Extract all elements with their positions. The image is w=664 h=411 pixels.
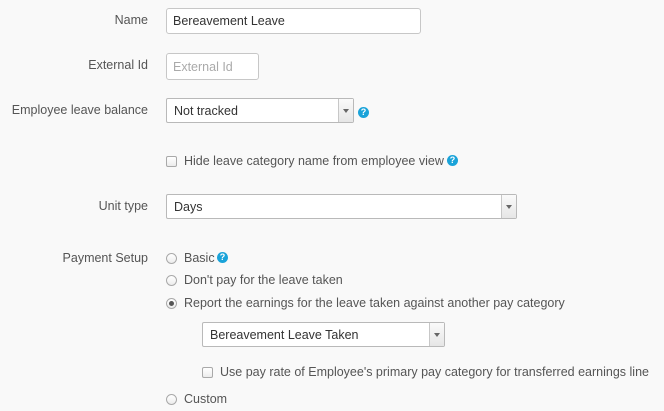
payment-dont-pay-label: Don't pay for the leave taken xyxy=(184,273,343,287)
use-primary-rate-label: Use pay rate of Employee's primary pay c… xyxy=(220,365,649,379)
leave-balance-value: Not tracked xyxy=(174,103,238,118)
payment-report-earnings-label: Report the earnings for the leave taken … xyxy=(184,296,565,310)
leave-balance-select[interactable]: Not tracked xyxy=(166,98,354,123)
help-icon[interactable]: ? xyxy=(217,252,228,263)
unit-type-value: Days xyxy=(174,199,203,214)
hide-category-label: Hide leave category name from employee v… xyxy=(184,154,444,168)
chevron-down-icon xyxy=(429,323,444,346)
unit-type-label: Unit type xyxy=(98,199,148,213)
unit-type-select[interactable]: Days xyxy=(166,194,517,219)
payment-dont-pay-radio[interactable] xyxy=(166,275,177,286)
help-icon[interactable]: ? xyxy=(358,107,369,118)
payment-basic-label: Basic xyxy=(184,251,215,265)
payment-custom-label: Custom xyxy=(184,392,228,406)
use-primary-rate-checkbox[interactable] xyxy=(202,367,213,378)
payment-setup-label: Payment Setup xyxy=(62,251,148,265)
hide-category-checkbox[interactable] xyxy=(166,156,177,167)
pay-category-select[interactable]: Bereavement Leave Taken xyxy=(202,322,445,347)
name-label: Name xyxy=(114,13,148,27)
name-input[interactable]: Bereavement Leave xyxy=(166,8,421,34)
help-icon[interactable]: ? xyxy=(447,155,458,166)
payment-custom-radio[interactable] xyxy=(166,394,177,405)
external-id-label: External Id xyxy=(88,58,148,72)
chevron-down-icon xyxy=(501,195,516,218)
external-id-input[interactable]: External Id xyxy=(166,53,259,80)
payment-basic-radio[interactable] xyxy=(166,253,177,264)
pay-category-value: Bereavement Leave Taken xyxy=(210,327,359,342)
leave-balance-label: Employee leave balance xyxy=(11,103,148,117)
payment-report-earnings-radio[interactable] xyxy=(166,298,177,309)
chevron-down-icon xyxy=(338,99,353,122)
